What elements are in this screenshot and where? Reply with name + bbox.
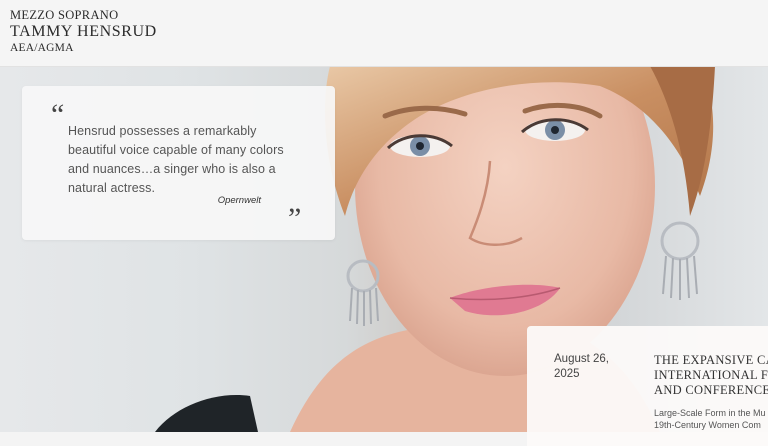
- dark-sleeve: [155, 395, 258, 432]
- event-desc-line: 19th-Century Women Com: [654, 420, 761, 430]
- event-date: August 26, 2025: [554, 352, 624, 382]
- event-date-line: August 26,: [554, 353, 609, 365]
- artist-name[interactable]: TAMMY HENSRUD: [10, 23, 157, 41]
- quote-text: Hensrud possesses a remarkably beautiful…: [68, 124, 284, 195]
- event-card[interactable]: August 26, 2025 THE EXPANSIVE CA INTERNA…: [527, 326, 768, 446]
- event-date-year: 2025: [554, 368, 580, 380]
- quote-source: Opernwelt: [217, 195, 261, 206]
- right-earring: [660, 221, 700, 300]
- site-header: MEZZO SOPRANO TAMMY HENSRUD AEA/AGMA: [0, 0, 768, 67]
- event-title-line: AND CONFERENCE: [654, 383, 768, 397]
- open-quote-icon: “: [51, 98, 65, 131]
- close-quote-icon: ”: [288, 202, 302, 235]
- event-desc-line: Large-Scale Form in the Mu: [654, 408, 766, 418]
- event-description: Large-Scale Form in the Mu 19th-Century …: [654, 407, 768, 431]
- site-brand[interactable]: MEZZO SOPRANO TAMMY HENSRUD AEA/AGMA: [10, 8, 157, 55]
- event-title-line: THE EXPANSIVE CA: [654, 353, 768, 367]
- press-quote-card: “ Hensrud possesses a remarkably beautif…: [22, 86, 335, 240]
- union-label: AEA/AGMA: [10, 42, 74, 54]
- event-title-line: INTERNATIONAL FE: [654, 368, 768, 382]
- event-title-link[interactable]: THE EXPANSIVE CA INTERNATIONAL FE AND CO…: [654, 353, 768, 398]
- voice-type-label: MEZZO SOPRANO: [10, 8, 119, 22]
